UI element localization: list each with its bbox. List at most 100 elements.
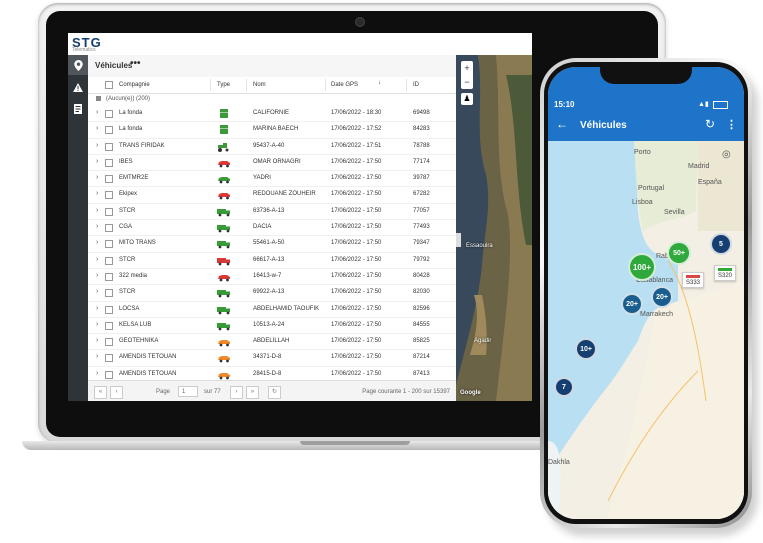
cell-company: EMTMR2E — [119, 175, 149, 182]
row-checkbox[interactable] — [105, 256, 113, 265]
expand-row-icon[interactable]: › — [96, 272, 98, 279]
col-header-company[interactable]: Compagnie — [119, 82, 150, 88]
row-checkbox[interactable] — [105, 354, 113, 363]
cluster-marker[interactable]: 20+ — [651, 286, 673, 308]
table-row[interactable]: › STCR 63736-A-13 17/06/2022 - 17:50 77057 — [88, 204, 456, 221]
row-checkbox[interactable] — [105, 207, 113, 216]
cluster-marker[interactable]: 100+ — [628, 253, 656, 281]
expand-row-icon[interactable]: › — [96, 337, 98, 344]
expand-row-icon[interactable]: › — [96, 370, 98, 377]
expand-row-icon[interactable]: › — [96, 256, 98, 263]
street-view-icon[interactable]: ♟ — [461, 93, 473, 105]
row-checkbox[interactable] — [105, 338, 113, 347]
more-options-button[interactable]: ••• — [130, 58, 141, 69]
table-row[interactable]: › STCR 69922-A-13 17/06/2022 - 17:50 82030 — [88, 285, 456, 302]
cell-id: 82596 — [413, 305, 430, 312]
zoom-out-button[interactable]: − — [461, 75, 473, 89]
table-row[interactable]: › 322 media 16413-w-7 17/06/2022 - 17:50 804… — [88, 269, 456, 286]
table-row[interactable]: › IBES OMAR ORNAGRI 17/06/2022 - 17:50 77174 — [88, 155, 456, 172]
table-row[interactable]: › AMENDIS TETOUAN 34371-D-8 17/06/2022 - 17… — [88, 350, 456, 367]
row-checkbox[interactable] — [105, 305, 113, 314]
expand-row-icon[interactable]: › — [96, 158, 98, 165]
last-page-button[interactable]: » — [246, 386, 259, 399]
row-checkbox[interactable] — [105, 224, 113, 233]
vehicle-truck-icon — [217, 223, 233, 233]
table-row[interactable]: › LOCSA ABDELHAMID TAOUFIK 17/06/2022 - 17:… — [88, 302, 456, 318]
cell-name: ABDELHAMID TAOUFIK — [253, 305, 320, 312]
row-checkbox[interactable] — [105, 240, 113, 249]
expand-row-icon[interactable]: › — [96, 174, 98, 181]
row-checkbox[interactable] — [105, 289, 113, 298]
col-header-date[interactable]: Date GPS — [331, 82, 358, 88]
col-header-name[interactable]: Nom — [253, 82, 266, 88]
first-page-button[interactable]: « — [94, 386, 107, 399]
cell-name: DACIA — [253, 224, 272, 231]
nav-map-pin[interactable] — [68, 55, 88, 75]
cluster-marker[interactable]: 7 — [554, 377, 574, 397]
expand-row-icon[interactable]: › — [96, 109, 98, 116]
cell-company: La fonda — [119, 110, 143, 116]
page-number-input[interactable]: 1 — [178, 386, 198, 397]
next-page-button[interactable]: › — [230, 386, 243, 399]
table-row[interactable]: › La fonda CALIFORNIE 17/06/2022 - 18:30 694… — [88, 106, 456, 123]
table-row[interactable]: › STCR 66617-A-13 17/06/2022 - 17:50 79792 — [88, 253, 456, 269]
col-header-id[interactable]: ID — [413, 82, 419, 88]
nav-alerts[interactable] — [68, 77, 88, 97]
group-row[interactable]: (Aucun(e)) (200) — [88, 93, 456, 105]
phone-map[interactable]: ◎ Porto Madrid España Lisboa Portugal Se… — [548, 141, 744, 519]
table-row[interactable]: › CGA DACIA 17/06/2022 - 17:50 77493 — [88, 220, 456, 237]
expand-row-icon[interactable]: › — [96, 288, 98, 295]
my-location-icon[interactable]: ◎ — [722, 149, 731, 160]
cluster-marker[interactable]: 10+ — [575, 338, 597, 360]
cluster-marker[interactable]: 5 — [710, 233, 732, 255]
satellite-map[interactable]: + − ♟ Essaouira Agadir Google — [456, 55, 532, 401]
expand-row-icon[interactable]: › — [96, 223, 98, 230]
back-arrow-icon[interactable]: ← — [556, 117, 568, 131]
cell-date: 17/06/2022 - 17:50 — [331, 305, 382, 312]
row-checkbox[interactable] — [105, 175, 113, 184]
row-checkbox[interactable] — [105, 370, 113, 379]
row-checkbox[interactable] — [105, 158, 113, 167]
row-checkbox[interactable] — [105, 126, 113, 135]
expand-row-icon[interactable]: › — [96, 321, 98, 328]
more-vert-icon[interactable]: ⋮ — [726, 118, 737, 131]
cell-id: 39787 — [413, 175, 430, 182]
expand-row-icon[interactable]: › — [96, 305, 98, 312]
sort-desc-icon[interactable]: ↓ — [378, 80, 381, 86]
table-row[interactable]: › Ekipex REDOUANE ZOUHEIR 17/06/2022 - 17:5… — [88, 187, 456, 204]
table-row[interactable]: › TRANS FIRIDAK 95437-A-40 17/06/2022 - 17:… — [88, 139, 456, 155]
col-header-type[interactable]: Type — [217, 82, 230, 88]
refresh-button[interactable]: ↻ — [268, 386, 281, 399]
table-row[interactable]: › KELSA LUB 10513-A-24 17/06/2022 - 17:50 84… — [88, 318, 456, 335]
expand-row-icon[interactable]: › — [96, 239, 98, 246]
row-checkbox[interactable] — [105, 191, 113, 200]
expand-row-icon[interactable]: › — [96, 190, 98, 197]
row-checkbox[interactable] — [105, 110, 113, 118]
table-row[interactable]: › La fonda MARINA BAECH 17/06/2022 - 17:52 8… — [88, 122, 456, 139]
vehicle-map-label[interactable]: S320 — [714, 265, 737, 281]
zoom-in-button[interactable]: + — [461, 61, 473, 75]
laptop-notch — [300, 441, 410, 445]
vehicle-map-label[interactable]: S333 — [682, 272, 705, 288]
row-checkbox[interactable] — [105, 321, 113, 330]
map-collapse-handle[interactable] — [456, 233, 461, 247]
table-row[interactable]: › GEOTEHNIKA ABDELILLAH 17/06/2022 - 17:50 8… — [88, 334, 456, 351]
vehicle-label-text: S333 — [686, 280, 701, 286]
cluster-marker[interactable]: 50+ — [667, 241, 691, 265]
row-checkbox[interactable] — [105, 272, 113, 281]
app-header: STG Telematics — [68, 33, 532, 56]
expand-row-icon[interactable]: › — [96, 207, 98, 214]
phone-map-terrain — [548, 141, 744, 519]
collapse-group-icon[interactable] — [96, 96, 101, 101]
expand-row-icon[interactable]: › — [96, 353, 98, 360]
nav-reports[interactable] — [68, 99, 88, 119]
refresh-icon[interactable]: ↻ — [705, 117, 715, 131]
expand-row-icon[interactable]: › — [96, 125, 98, 132]
row-checkbox[interactable] — [105, 142, 113, 151]
cluster-marker[interactable]: 20+ — [621, 293, 643, 315]
expand-row-icon[interactable]: › — [96, 142, 98, 149]
select-all-checkbox[interactable] — [105, 81, 113, 89]
table-row[interactable]: › MITO TRANS 55461-A-50 17/06/2022 - 17:50 7… — [88, 236, 456, 253]
table-row[interactable]: › EMTMR2E YADRI 17/06/2022 - 17:50 39787 — [88, 171, 456, 188]
prev-page-button[interactable]: ‹ — [110, 386, 123, 399]
